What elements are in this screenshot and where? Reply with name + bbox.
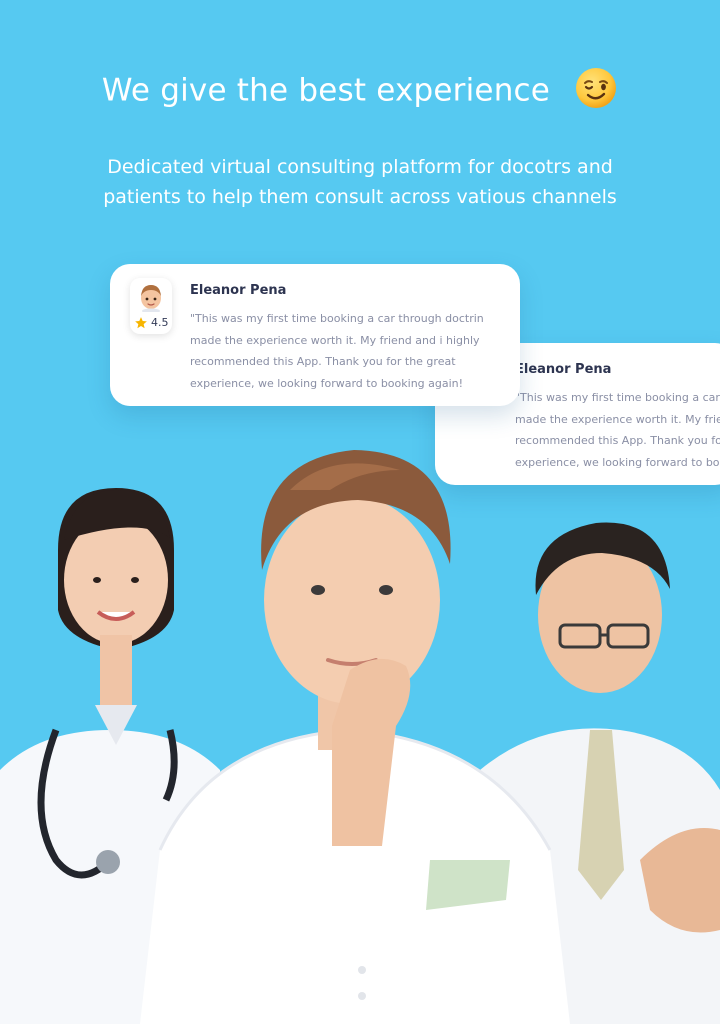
review-text-line: made the experience worth it. My friend … <box>515 412 720 426</box>
review-text-line: experience, we looking forward to bookin… <box>190 376 464 390</box>
review-card: 4.5 Eleanor Pena "This was my first time… <box>110 264 520 406</box>
doctors-photo <box>0 450 720 1024</box>
doctor-center-illustration <box>140 450 570 1024</box>
review-text-line: "This was my first time booking a car th… <box>190 312 484 325</box>
rating: 4.5 <box>133 315 173 331</box>
hero-subtitle: Dedicated virtual consulting platform fo… <box>80 152 640 212</box>
reviewer-avatar: 4.5 <box>130 278 172 334</box>
reviewer-name: Eleanor Pena <box>515 362 612 377</box>
avatar-memoji-icon <box>141 285 161 312</box>
review-text: "This was my first time booking a car th… <box>190 308 510 394</box>
winking-face-icon <box>576 68 617 108</box>
review-text-line: recommended this App. Thank you for the … <box>190 355 456 368</box>
hero-subtitle-line-1: Dedicated virtual consulting platform fo… <box>107 156 613 178</box>
rating-value: 4.5 <box>151 316 169 329</box>
star-icon <box>135 317 147 329</box>
review-text-line: made the experience worth it. My friend … <box>190 333 480 347</box>
hero-title-text: We give the best experience <box>101 72 551 109</box>
hero-subtitle-line-2: patients to help them consult across vat… <box>103 186 617 208</box>
review-text-line: "This was my first time booking a car th… <box>515 391 720 404</box>
reviewer-name: Eleanor Pena <box>190 283 287 298</box>
hero-title: We give the best experience <box>0 68 720 114</box>
